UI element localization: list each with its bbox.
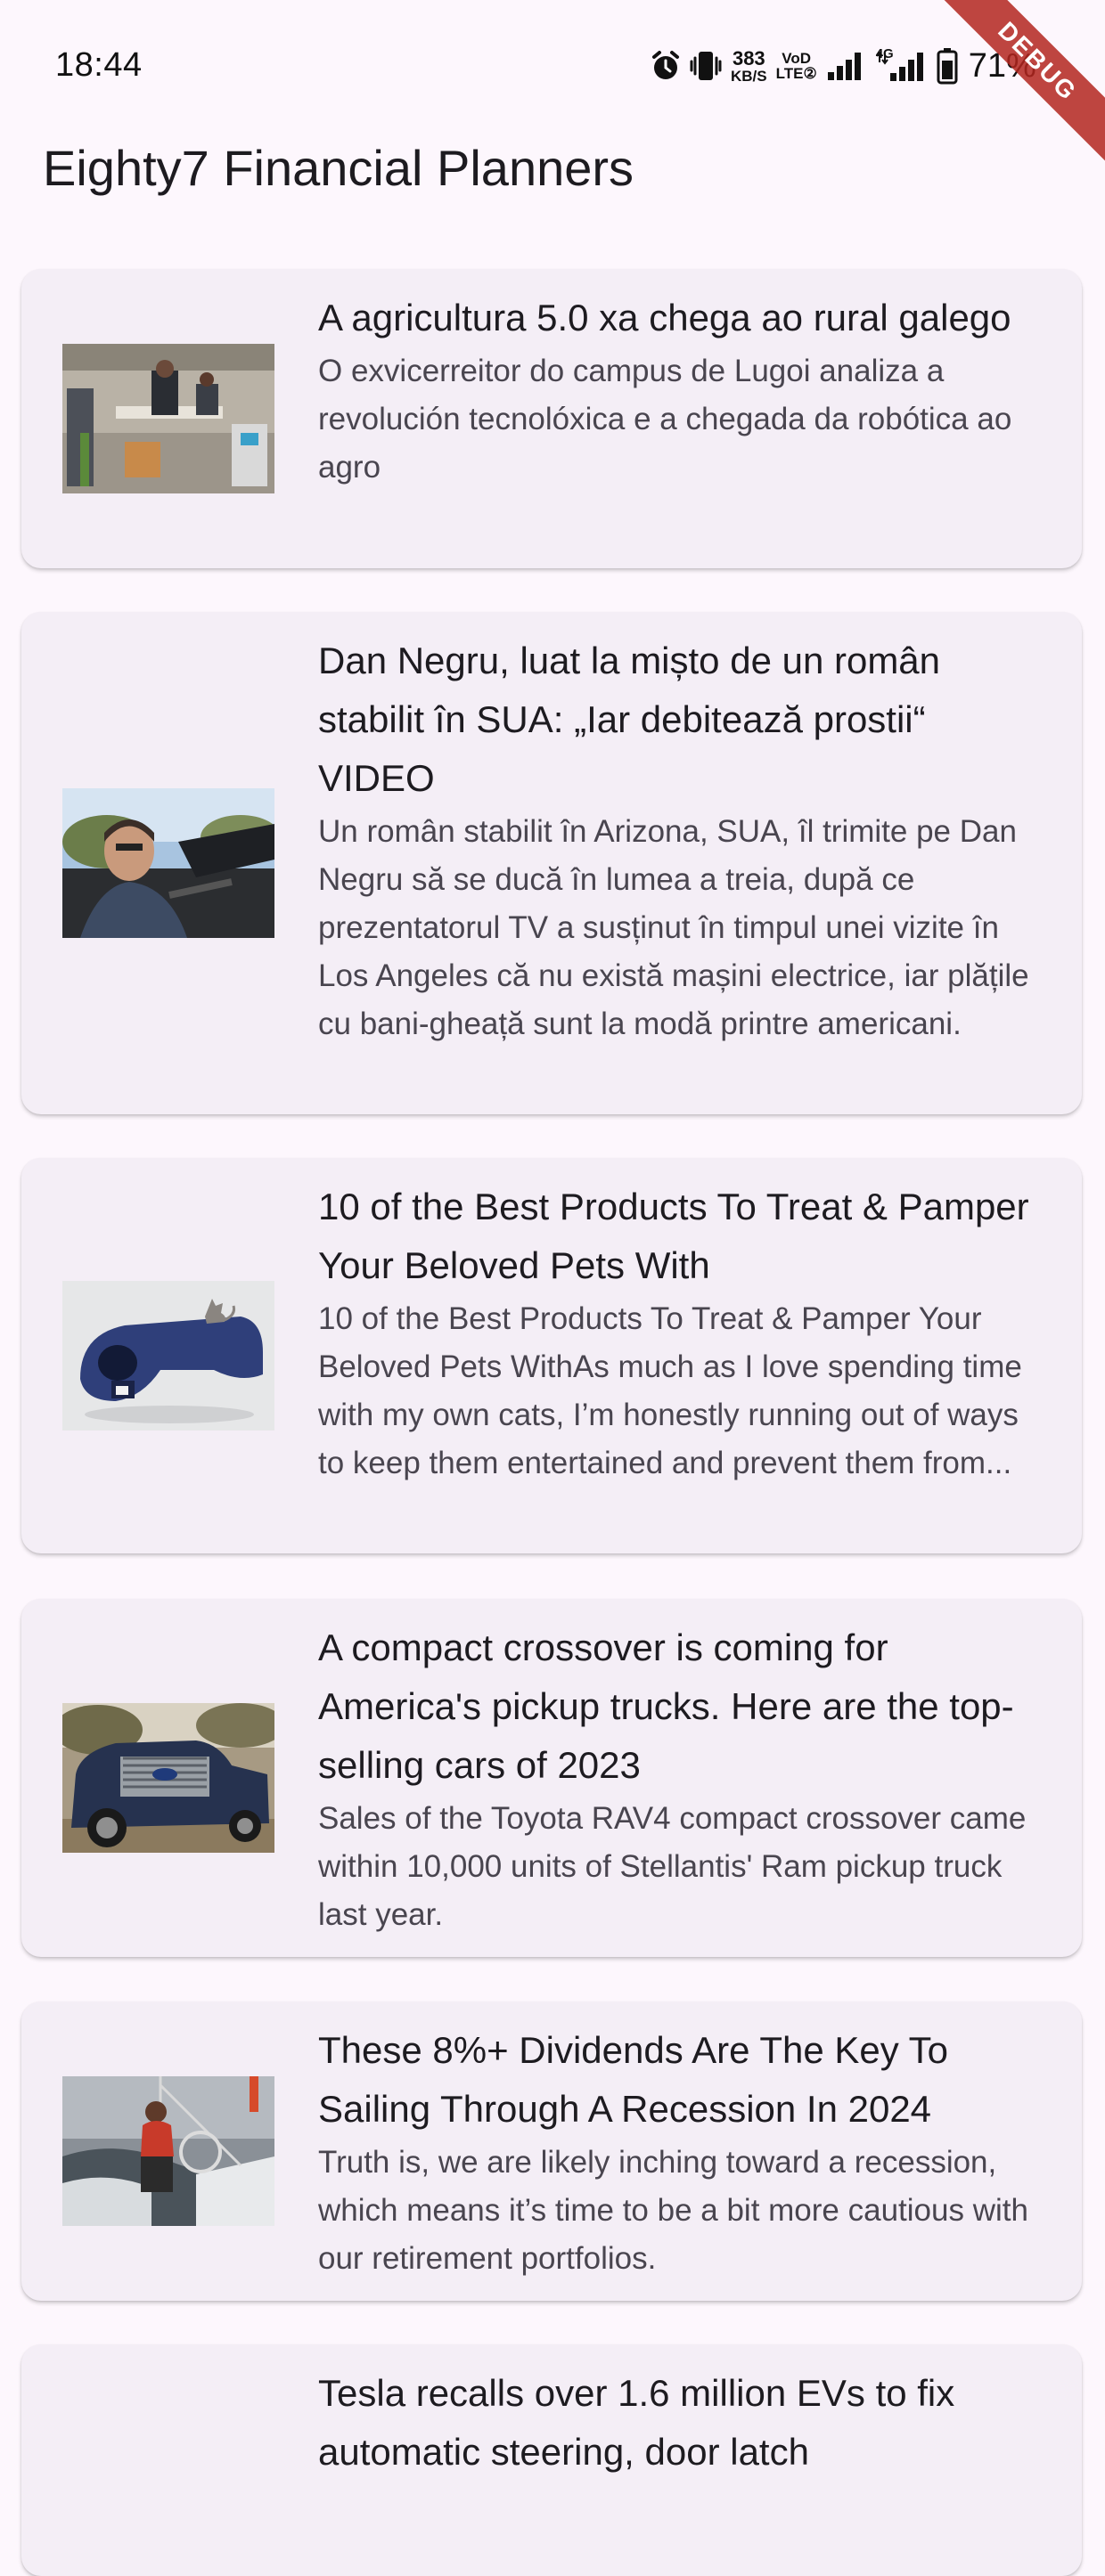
article-thumbnail [62, 788, 274, 938]
article-title: A agricultura 5.0 xa chega ao rural gale… [318, 297, 1011, 338]
article-description: 10 of the Best Products To Treat & Pampe… [318, 1301, 1022, 1480]
article-title: Dan Negru, luat la mișto de un român sta… [318, 640, 941, 799]
article-description: O exvicerreitor do campus de Lugoi anali… [318, 354, 1012, 485]
article-thumbnail [62, 344, 274, 493]
article-feed[interactable]: A agricultura 5.0 xa chega ao rural gale… [0, 0, 1105, 2576]
article-title: 10 of the Best Products To Treat & Pampe… [318, 1186, 1029, 1286]
article-card[interactable]: A compact crossover is coming for Americ… [21, 1599, 1082, 1957]
article-title: These 8%+ Dividends Are The Key To Saili… [318, 2029, 949, 2130]
article-text: These 8%+ Dividends Are The Key To Saili… [318, 2021, 1049, 2283]
article-text: A compact crossover is coming for Americ… [318, 1618, 1049, 1939]
article-text: Dan Negru, luat la mișto de un român sta… [318, 632, 1049, 1048]
article-description: Un român stabilit în Arizona, SUA, îl tr… [318, 814, 1029, 1041]
article-thumbnail [62, 1703, 274, 1853]
article-card[interactable]: A agricultura 5.0 xa chega ao rural gale… [21, 269, 1082, 568]
article-text: Tesla recalls over 1.6 million EVs to fi… [318, 2364, 1049, 2482]
article-card[interactable]: Dan Negru, luat la mișto de un român sta… [21, 612, 1082, 1114]
article-card[interactable]: These 8%+ Dividends Are The Key To Saili… [21, 2001, 1082, 2301]
article-thumbnail [62, 2076, 274, 2226]
article-text: A agricultura 5.0 xa chega ao rural gale… [318, 289, 1049, 492]
article-title: Tesla recalls over 1.6 million EVs to fi… [318, 2372, 955, 2473]
article-card[interactable]: Tesla recalls over 1.6 million EVs to fi… [21, 2344, 1082, 2576]
article-description: Truth is, we are likely inching toward a… [318, 2145, 1028, 2276]
article-card[interactable]: 10 of the Best Products To Treat & Pampe… [21, 1158, 1082, 1553]
article-text: 10 of the Best Products To Treat & Pampe… [318, 1178, 1049, 1488]
article-title: A compact crossover is coming for Americ… [318, 1626, 1014, 1786]
article-description: Sales of the Toyota RAV4 compact crossov… [318, 1801, 1027, 1932]
article-thumbnail [62, 1281, 274, 1431]
